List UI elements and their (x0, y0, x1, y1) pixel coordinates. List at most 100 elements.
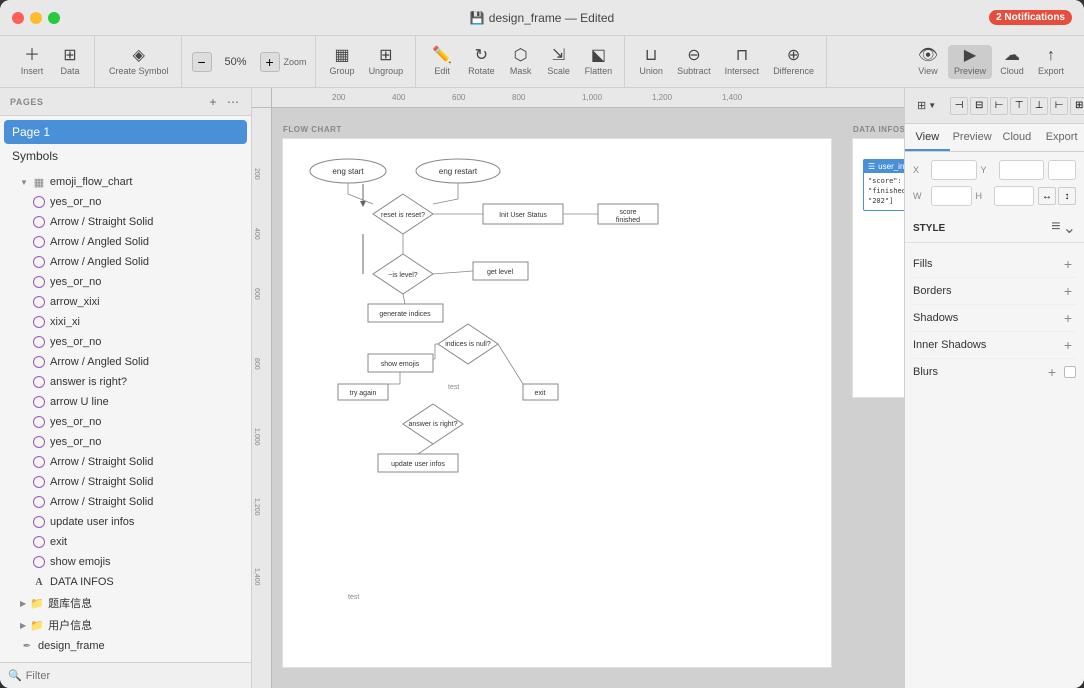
x-input[interactable] (931, 160, 977, 180)
cloud-button[interactable]: ☁ Cloud (994, 45, 1030, 79)
svg-text:get level: get level (487, 269, 514, 276)
list-item[interactable]: yes_or_no (0, 412, 251, 432)
tab-export[interactable]: Export (1039, 124, 1084, 151)
data-button[interactable]: ⊞ Data (52, 45, 88, 79)
align-right-icon[interactable]: ⊢ (990, 97, 1008, 115)
group-button[interactable]: ▦ Group (324, 45, 361, 79)
y-input[interactable] (999, 160, 1045, 180)
symbol-group: ◈ Create Symbol (97, 36, 182, 87)
style-options-icon[interactable]: ≡ (1051, 218, 1060, 238)
insert-group: ＋ Insert ⊞ Data (8, 36, 95, 87)
add-blur-button[interactable]: + (1044, 364, 1060, 380)
zoom-group: − 50% + Zoom (184, 36, 316, 87)
distribute-h-icon[interactable]: ⊞ (1070, 97, 1084, 115)
tab-preview[interactable]: Preview (950, 124, 995, 151)
rotation-input[interactable] (1048, 160, 1076, 180)
align-bottom-icon[interactable]: ⊢ (1050, 97, 1068, 115)
ruler-tick: 800 (253, 358, 260, 370)
edit-icon: ✏️ (432, 48, 452, 64)
add-fill-button[interactable]: + (1060, 256, 1076, 272)
ruler-tick: 800 (512, 93, 525, 102)
align-top-icon[interactable]: ⊤ (1010, 97, 1028, 115)
layer-group-question-bank[interactable]: ▶ 📁 题库信息 (0, 592, 251, 614)
rotate-button[interactable]: ↻ Rotate (462, 45, 501, 79)
page-item-page1[interactable]: Page 1 (4, 120, 247, 144)
maximize-button[interactable] (48, 12, 60, 24)
add-page-button[interactable]: + (205, 94, 221, 110)
center-h-icon[interactable]: ⊟ (970, 97, 988, 115)
list-item[interactable]: update user infos (0, 512, 251, 532)
zoom-out-button[interactable]: − (192, 52, 212, 72)
blurs-row: Blurs + (913, 359, 1076, 385)
layer-design-frame[interactable]: ✒ design_frame (0, 636, 251, 656)
tab-cloud[interactable]: Cloud (995, 124, 1040, 151)
list-item[interactable]: Arrow / Angled Solid (0, 352, 251, 372)
notifications-badge[interactable]: 2 Notifications (989, 10, 1072, 25)
flip-v-icon[interactable]: ↕ (1058, 187, 1076, 205)
list-item[interactable]: Arrow / Straight Solid (0, 492, 251, 512)
preview-button[interactable]: ▶ Preview (948, 45, 992, 79)
list-item[interactable]: Arrow / Straight Solid (0, 212, 251, 232)
create-symbol-button[interactable]: ◈ Create Symbol (103, 45, 175, 79)
export-button[interactable]: ↑ Export (1032, 45, 1070, 79)
w-input[interactable] (931, 186, 972, 206)
close-button[interactable] (12, 12, 24, 24)
filter-input[interactable] (26, 670, 243, 682)
pages-options-button[interactable]: ⋯ (225, 94, 241, 110)
list-item[interactable]: arrow_xixi (0, 292, 251, 312)
view-icon: ⊞ (917, 99, 926, 112)
list-item[interactable]: yes_or_no (0, 192, 251, 212)
view-ops: 👁 View ▶ Preview ☁ Cloud ↑ Export (904, 36, 1076, 87)
add-shadow-button[interactable]: + (1060, 310, 1076, 326)
canvas-content[interactable]: FLOW CHART (272, 108, 904, 688)
page-item-symbols[interactable]: Symbols (4, 144, 247, 168)
layer-group-user-info[interactable]: ▶ 📁 用户信息 (0, 614, 251, 636)
folder-icon: 📁 (30, 618, 44, 632)
list-item[interactable]: arrow U line (0, 392, 251, 412)
tab-view[interactable]: View (905, 124, 950, 151)
add-inner-shadow-button[interactable]: + (1060, 337, 1076, 353)
list-item[interactable]: xixi_xi (0, 312, 251, 332)
union-button[interactable]: ⊔ Union (633, 45, 669, 79)
list-item[interactable]: answer is right? (0, 372, 251, 392)
symbol-ref-icon (32, 435, 46, 449)
add-border-button[interactable]: + (1060, 283, 1076, 299)
view-button[interactable]: 👁 View (910, 45, 946, 79)
align-left-icon[interactable]: ⊣ (950, 97, 968, 115)
symbol-ref-icon (32, 255, 46, 269)
edit-button[interactable]: ✏️ Edit (424, 45, 460, 79)
ungroup-icon: ⊞ (379, 48, 392, 64)
list-item[interactable]: yes_or_no (0, 272, 251, 292)
list-item[interactable]: yes_or_no (0, 332, 251, 352)
list-item[interactable]: Arrow / Straight Solid (0, 472, 251, 492)
symbol-ref-icon (32, 315, 46, 329)
chevron-down-icon[interactable]: ⌄ (1063, 218, 1076, 238)
list-item[interactable]: Arrow / Angled Solid (0, 232, 251, 252)
scale-button[interactable]: ⇲ Scale (541, 45, 577, 79)
view-toggle[interactable]: ⊞ ▼ (911, 96, 942, 115)
layer-group-emoji-flow-chart[interactable]: ▼ ▦ emoji_flow_chart (0, 172, 251, 192)
list-item[interactable]: Arrow / Angled Solid (0, 252, 251, 272)
list-item[interactable]: exit (0, 532, 251, 552)
ungroup-button[interactable]: ⊞ Ungroup (363, 45, 410, 79)
list-item[interactable]: show emojis (0, 552, 251, 572)
h-label: H (976, 191, 990, 201)
list-item[interactable]: yes_or_no (0, 432, 251, 452)
flatten-button[interactable]: ⬕ Flatten (579, 45, 619, 79)
flip-h-icon[interactable]: ↔ (1038, 187, 1056, 205)
blurs-checkbox[interactable] (1064, 366, 1076, 378)
difference-button[interactable]: ⊕ Difference (767, 45, 820, 79)
subtract-button[interactable]: ⊖ Subtract (671, 45, 717, 79)
intersect-button[interactable]: ⊓ Intersect (719, 45, 766, 79)
list-item[interactable]: A DATA INFOS (0, 572, 251, 592)
minimize-button[interactable] (30, 12, 42, 24)
zoom-in-button[interactable]: + (260, 52, 280, 72)
canvas-area[interactable]: 200 400 600 800 1,000 1,200 1,400 200 40… (252, 88, 904, 688)
symbol-ref-icon (32, 275, 46, 289)
center-v-icon[interactable]: ⊥ (1030, 97, 1048, 115)
h-input[interactable] (994, 186, 1035, 206)
list-item[interactable]: Arrow / Straight Solid (0, 452, 251, 472)
symbol-ref-icon (32, 555, 46, 569)
mask-button[interactable]: ⬡ Mask (503, 45, 539, 79)
insert-button[interactable]: ＋ Insert (14, 45, 50, 79)
